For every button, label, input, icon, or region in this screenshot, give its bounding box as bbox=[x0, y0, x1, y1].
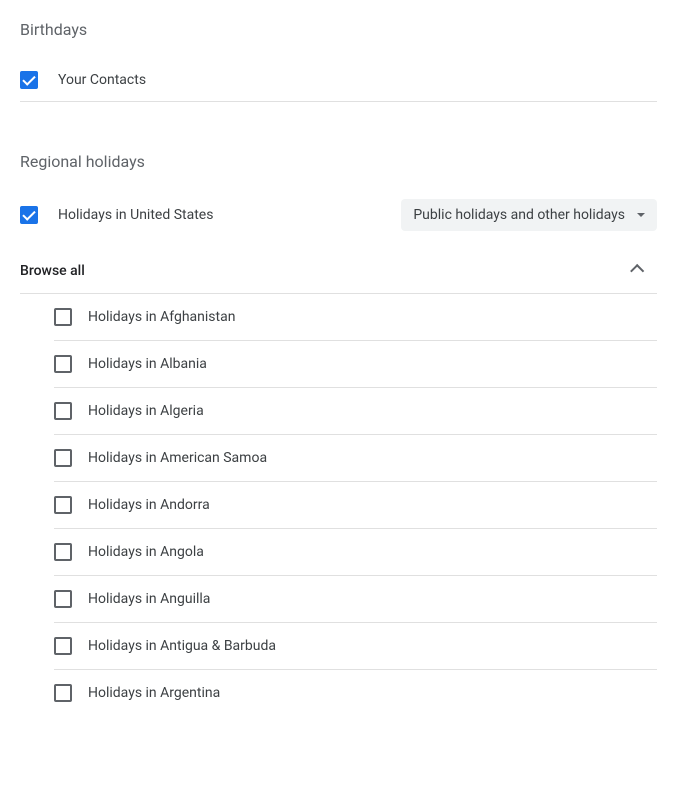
country-checkbox[interactable] bbox=[54, 590, 72, 608]
birthdays-section: Birthdays Your Contacts bbox=[20, 20, 657, 102]
country-checkbox[interactable] bbox=[54, 449, 72, 467]
us-holidays-row: Holidays in United States Public holiday… bbox=[20, 191, 657, 239]
country-row: Holidays in Andorra bbox=[54, 482, 657, 529]
country-label: Holidays in Argentina bbox=[88, 685, 220, 701]
country-row: Holidays in American Samoa bbox=[54, 435, 657, 482]
country-row: Holidays in Argentina bbox=[54, 670, 657, 716]
country-row: Holidays in Algeria bbox=[54, 388, 657, 435]
dropdown-arrow-icon bbox=[637, 213, 645, 217]
country-checkbox[interactable] bbox=[54, 637, 72, 655]
contacts-row: Your Contacts bbox=[20, 59, 657, 102]
chevron-up-icon bbox=[630, 264, 644, 278]
regional-title: Regional holidays bbox=[20, 152, 657, 171]
country-label: Holidays in American Samoa bbox=[88, 450, 267, 466]
country-row: Holidays in Anguilla bbox=[54, 576, 657, 623]
contacts-checkbox[interactable] bbox=[20, 71, 38, 89]
dropdown-label: Public holidays and other holidays bbox=[413, 207, 625, 223]
us-holidays-left: Holidays in United States bbox=[20, 206, 213, 224]
country-checkbox[interactable] bbox=[54, 496, 72, 514]
contacts-label: Your Contacts bbox=[58, 72, 146, 88]
country-list: Holidays in Afghanistan Holidays in Alban… bbox=[20, 294, 657, 716]
country-row: Holidays in Angola bbox=[54, 529, 657, 576]
country-row: Holidays in Afghanistan bbox=[54, 294, 657, 341]
us-holidays-label: Holidays in United States bbox=[58, 207, 213, 223]
country-row: Holidays in Albania bbox=[54, 341, 657, 388]
country-label: Holidays in Algeria bbox=[88, 403, 204, 419]
country-label: Holidays in Afghanistan bbox=[88, 309, 235, 325]
country-checkbox[interactable] bbox=[54, 402, 72, 420]
browse-all-button[interactable]: Browse all bbox=[20, 249, 657, 294]
country-checkbox[interactable] bbox=[54, 684, 72, 702]
holiday-type-dropdown[interactable]: Public holidays and other holidays bbox=[401, 199, 657, 231]
country-label: Holidays in Antigua & Barbuda bbox=[88, 638, 276, 654]
browse-all-label: Browse all bbox=[20, 263, 85, 279]
country-checkbox[interactable] bbox=[54, 308, 72, 326]
country-label: Holidays in Albania bbox=[88, 356, 207, 372]
birthdays-title: Birthdays bbox=[20, 20, 657, 39]
country-checkbox[interactable] bbox=[54, 355, 72, 373]
country-label: Holidays in Angola bbox=[88, 544, 204, 560]
us-holidays-checkbox[interactable] bbox=[20, 206, 38, 224]
country-checkbox[interactable] bbox=[54, 543, 72, 561]
regional-section: Regional holidays Holidays in United Sta… bbox=[20, 152, 657, 716]
country-label: Holidays in Andorra bbox=[88, 497, 210, 513]
country-label: Holidays in Anguilla bbox=[88, 591, 210, 607]
country-row: Holidays in Antigua & Barbuda bbox=[54, 623, 657, 670]
